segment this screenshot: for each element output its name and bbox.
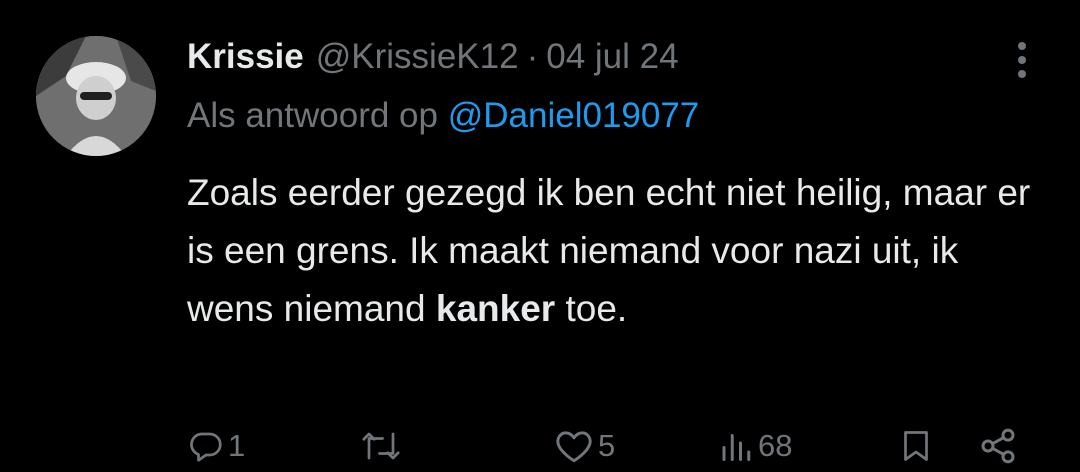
like-count: 5 xyxy=(598,428,616,463)
reply-mention-link[interactable]: @Daniel019077 xyxy=(448,96,700,135)
reply-prefix: Als antwoord op xyxy=(187,96,438,135)
reply-context: Als antwoord op @Daniel019077 xyxy=(187,96,699,136)
bookmark-button[interactable] xyxy=(898,420,934,472)
views-button[interactable]: 68 xyxy=(718,420,792,472)
share-icon xyxy=(978,426,1018,466)
tweet-text-bold: kanker xyxy=(435,288,556,329)
bookmark-icon xyxy=(898,427,934,465)
tweet-text: Zoals eerder gezegd ik ben echt niet hei… xyxy=(187,164,1047,338)
reply-count: 1 xyxy=(228,428,246,463)
reply-icon xyxy=(188,428,224,464)
like-button[interactable]: 5 xyxy=(554,420,615,472)
share-button[interactable] xyxy=(978,420,1018,472)
heart-icon xyxy=(554,428,594,464)
author-name[interactable]: Krissie xyxy=(187,37,304,77)
tweet-text-end: toe. xyxy=(565,288,628,329)
retweet-button[interactable] xyxy=(360,420,406,472)
more-vertical-icon[interactable] xyxy=(1010,38,1034,82)
reply-button[interactable]: 1 xyxy=(188,420,245,472)
separator-dot: · xyxy=(526,37,539,76)
tweet-header: Krissie @KrissieK12 · 04 jul 24 xyxy=(187,32,679,82)
avatar[interactable] xyxy=(36,36,156,156)
views-icon xyxy=(718,428,754,464)
tweet-date[interactable]: 04 jul 24 xyxy=(546,37,678,77)
action-bar: 1 5 68 xyxy=(0,420,1080,472)
author-handle[interactable]: @KrissieK12 xyxy=(316,37,519,77)
retweet-icon xyxy=(360,428,402,464)
views-count: 68 xyxy=(758,428,793,463)
